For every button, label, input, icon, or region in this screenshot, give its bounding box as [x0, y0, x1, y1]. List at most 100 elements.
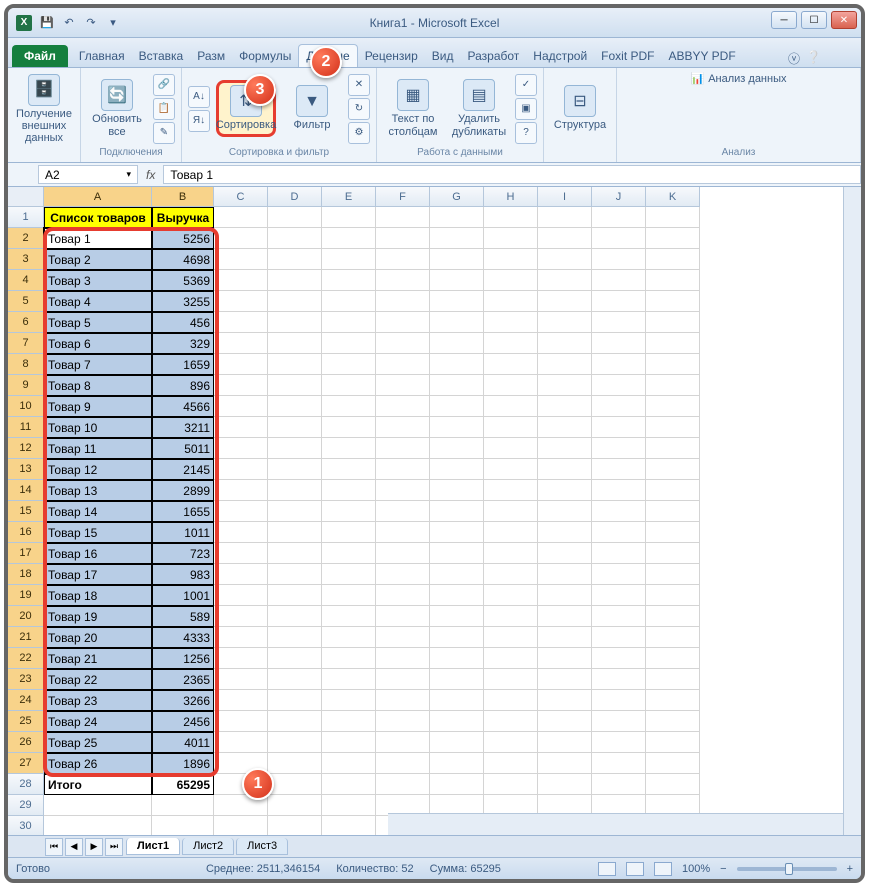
- cell[interactable]: [484, 270, 538, 291]
- cell[interactable]: 1655: [152, 501, 214, 522]
- row-header[interactable]: 29: [8, 795, 44, 816]
- cell[interactable]: Товар 3: [44, 270, 152, 291]
- cell[interactable]: [430, 417, 484, 438]
- cell[interactable]: [322, 711, 376, 732]
- cell[interactable]: [268, 459, 322, 480]
- cell[interactable]: [268, 627, 322, 648]
- cell[interactable]: [646, 396, 700, 417]
- data-validation-icon[interactable]: ✓: [515, 74, 537, 96]
- row-header[interactable]: 20: [8, 606, 44, 627]
- cell[interactable]: [376, 396, 430, 417]
- cell[interactable]: 2899: [152, 480, 214, 501]
- cell[interactable]: Товар 21: [44, 648, 152, 669]
- row-header[interactable]: 30: [8, 816, 44, 837]
- cell[interactable]: 723: [152, 543, 214, 564]
- cell[interactable]: [214, 228, 268, 249]
- cell[interactable]: 1256: [152, 648, 214, 669]
- tab-file[interactable]: Файл: [12, 45, 68, 67]
- cell[interactable]: [592, 543, 646, 564]
- cell[interactable]: [322, 396, 376, 417]
- cell[interactable]: [430, 606, 484, 627]
- cell[interactable]: [376, 669, 430, 690]
- cell[interactable]: [322, 228, 376, 249]
- cell[interactable]: 3211: [152, 417, 214, 438]
- cell[interactable]: [322, 333, 376, 354]
- cell[interactable]: [646, 228, 700, 249]
- save-icon[interactable]: 💾: [38, 14, 56, 32]
- cell[interactable]: [646, 606, 700, 627]
- cell[interactable]: [214, 585, 268, 606]
- cell[interactable]: [322, 354, 376, 375]
- cell[interactable]: [214, 312, 268, 333]
- cell[interactable]: [484, 585, 538, 606]
- help-icon[interactable]: ❔: [806, 50, 821, 67]
- cell[interactable]: [44, 816, 152, 837]
- cell[interactable]: 2456: [152, 711, 214, 732]
- cell[interactable]: [592, 753, 646, 774]
- cell[interactable]: Список товаров: [44, 207, 152, 228]
- sheet-tab[interactable]: Лист3: [236, 838, 288, 855]
- cell[interactable]: [214, 480, 268, 501]
- cell[interactable]: [322, 564, 376, 585]
- cell[interactable]: [376, 564, 430, 585]
- cell[interactable]: 1896: [152, 753, 214, 774]
- cell[interactable]: [268, 501, 322, 522]
- cell[interactable]: 5011: [152, 438, 214, 459]
- cell[interactable]: Товар 16: [44, 543, 152, 564]
- cell[interactable]: [538, 396, 592, 417]
- minimize-button[interactable]: ─: [771, 11, 797, 29]
- tab-nav-next[interactable]: ▶: [85, 838, 103, 856]
- cell[interactable]: [268, 690, 322, 711]
- cell[interactable]: [214, 690, 268, 711]
- row-header[interactable]: 23: [8, 669, 44, 690]
- cell[interactable]: [214, 522, 268, 543]
- cell[interactable]: [214, 711, 268, 732]
- col-header[interactable]: H: [484, 187, 538, 207]
- cell[interactable]: [44, 795, 152, 816]
- cell[interactable]: [322, 249, 376, 270]
- cell[interactable]: [376, 543, 430, 564]
- cell[interactable]: [376, 459, 430, 480]
- cell[interactable]: [592, 354, 646, 375]
- cell[interactable]: [430, 480, 484, 501]
- cell[interactable]: [268, 711, 322, 732]
- tab-formulas[interactable]: Формулы: [232, 45, 298, 67]
- cell[interactable]: [376, 753, 430, 774]
- cell[interactable]: [376, 375, 430, 396]
- cell[interactable]: [646, 291, 700, 312]
- cell[interactable]: [484, 564, 538, 585]
- cell[interactable]: [214, 249, 268, 270]
- cell[interactable]: Товар 22: [44, 669, 152, 690]
- row-header[interactable]: 1: [8, 207, 44, 228]
- row-header[interactable]: 17: [8, 543, 44, 564]
- row-header[interactable]: 15: [8, 501, 44, 522]
- cell[interactable]: [322, 753, 376, 774]
- redo-icon[interactable]: ↷: [82, 14, 100, 32]
- cell[interactable]: [484, 438, 538, 459]
- cell[interactable]: Товар 26: [44, 753, 152, 774]
- cell[interactable]: [430, 396, 484, 417]
- cell[interactable]: [214, 732, 268, 753]
- row-header[interactable]: 9: [8, 375, 44, 396]
- cell[interactable]: [538, 375, 592, 396]
- cell[interactable]: [484, 417, 538, 438]
- cell[interactable]: [592, 228, 646, 249]
- row-header[interactable]: 26: [8, 732, 44, 753]
- cell[interactable]: [646, 732, 700, 753]
- cell[interactable]: [322, 375, 376, 396]
- cell[interactable]: 329: [152, 333, 214, 354]
- cell[interactable]: 3266: [152, 690, 214, 711]
- cell[interactable]: [268, 354, 322, 375]
- cell[interactable]: [430, 270, 484, 291]
- tab-nav-last[interactable]: ⏭: [105, 838, 123, 856]
- cell[interactable]: [592, 774, 646, 795]
- cell[interactable]: [646, 312, 700, 333]
- cell[interactable]: [430, 732, 484, 753]
- cell[interactable]: [592, 711, 646, 732]
- cell[interactable]: Товар 15: [44, 522, 152, 543]
- row-header[interactable]: 10: [8, 396, 44, 417]
- normal-view-icon[interactable]: [598, 862, 616, 876]
- get-external-data-button[interactable]: 🗄️ Получение внешних данных: [14, 72, 74, 146]
- cell[interactable]: Товар 25: [44, 732, 152, 753]
- cell[interactable]: [484, 459, 538, 480]
